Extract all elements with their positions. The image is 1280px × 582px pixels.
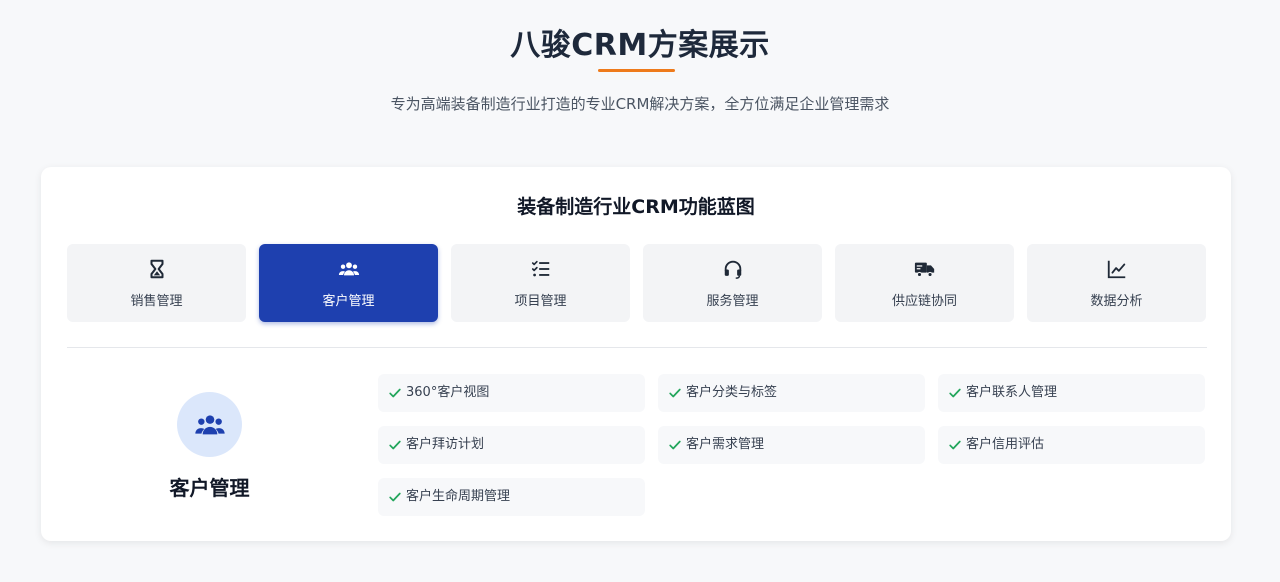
check-icon: [949, 388, 961, 398]
tab-analytics[interactable]: 数据分析: [1027, 244, 1206, 322]
item-label: 客户生命周期管理: [406, 489, 511, 504]
item-label: 客户信用评估: [966, 437, 1045, 452]
feature-summary: 客户管理: [151, 392, 271, 502]
section-title: 装备制造行业CRM功能蓝图: [517, 196, 755, 218]
check-icon: [389, 388, 401, 398]
list-item: 客户需求管理: [658, 426, 925, 464]
page-subtitle: 专为高端装备制造行业打造的专业CRM解决方案，全方位满足企业管理需求: [390, 95, 890, 113]
tab-label: 服务管理: [706, 294, 759, 309]
item-label: 客户联系人管理: [966, 385, 1058, 400]
tab-label: 供应链协同: [891, 294, 957, 309]
headset-icon: [643, 258, 822, 280]
blueprint-card: 装备制造行业CRM功能蓝图 销售管理 客户管理 项目管理 服务管理 供应链协同 …: [41, 167, 1231, 541]
tab-sales[interactable]: 销售管理: [67, 244, 246, 322]
check-icon: [389, 492, 401, 502]
item-label: 客户需求管理: [686, 437, 765, 452]
tab-label: 数据分析: [1090, 294, 1143, 309]
page-title: 八骏CRM方案展示: [510, 28, 770, 63]
users-icon: [177, 392, 242, 457]
hourglass-icon: [67, 258, 246, 280]
list-item: 客户分类与标签: [658, 374, 925, 412]
check-icon: [669, 440, 681, 450]
tab-label: 销售管理: [130, 294, 183, 309]
tab-label: 项目管理: [514, 294, 567, 309]
truck-icon: [835, 258, 1014, 280]
item-label: 客户分类与标签: [686, 385, 778, 400]
tab-service[interactable]: 服务管理: [643, 244, 822, 322]
chart-line-icon: [1027, 258, 1206, 280]
list-item: 客户联系人管理: [938, 374, 1205, 412]
list-item: 客户生命周期管理: [378, 478, 645, 516]
divider: [67, 347, 1207, 348]
check-icon: [669, 388, 681, 398]
tasks-icon: [451, 258, 630, 280]
list-item: 360°客户视图: [378, 374, 645, 412]
tab-supply-chain[interactable]: 供应链协同: [835, 244, 1014, 322]
title-underline: [598, 69, 675, 72]
tab-customers[interactable]: 客户管理: [259, 244, 438, 322]
feature-tabs: 销售管理 客户管理 项目管理 服务管理 供应链协同 数据分析: [67, 244, 1207, 322]
item-label: 360°客户视图: [406, 385, 490, 400]
tab-label: 客户管理: [322, 294, 375, 309]
list-item: 客户拜访计划: [378, 426, 645, 464]
check-icon: [949, 440, 961, 450]
check-icon: [389, 440, 401, 450]
feature-title: 客户管理: [169, 476, 250, 500]
list-item: 客户信用评估: [938, 426, 1205, 464]
item-label: 客户拜访计划: [406, 437, 485, 452]
users-icon: [259, 258, 438, 280]
tab-projects[interactable]: 项目管理: [451, 244, 630, 322]
